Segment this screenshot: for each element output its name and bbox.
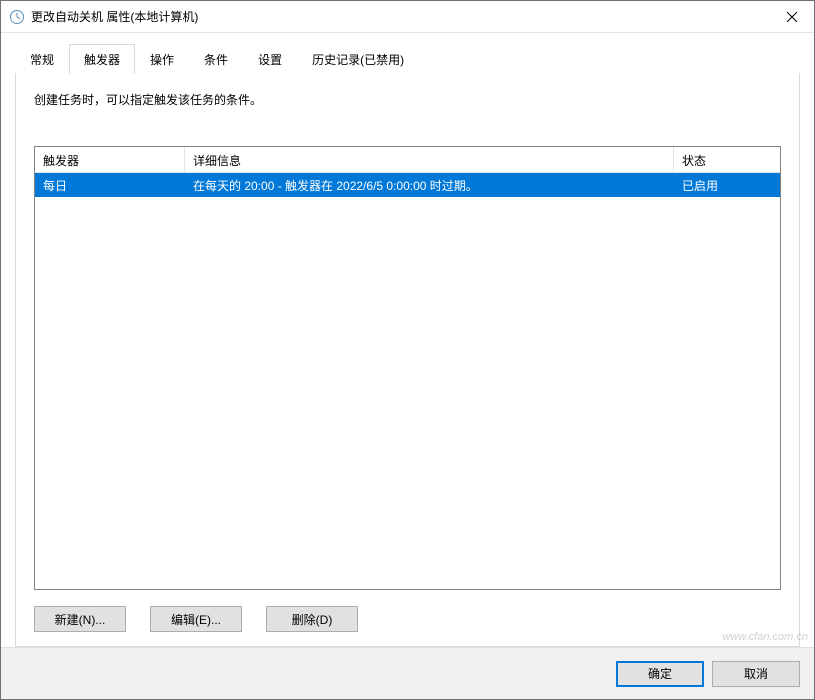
tab-actions[interactable]: 操作 [135,44,189,74]
delete-button[interactable]: 删除(D) [266,606,358,632]
cell-trigger: 每日 [35,174,185,197]
tab-history[interactable]: 历史记录(已禁用) [297,44,419,74]
trigger-buttons-row: 新建(N)... 编辑(E)... 删除(D) [34,606,781,632]
column-header-trigger[interactable]: 触发器 [35,147,185,172]
tab-settings[interactable]: 设置 [243,44,297,74]
tab-general[interactable]: 常规 [15,44,69,74]
new-button[interactable]: 新建(N)... [34,606,126,632]
ok-button[interactable]: 确定 [616,661,704,687]
instructions-text: 创建任务时，可以指定触发该任务的条件。 [34,91,781,108]
list-body: 每日 在每天的 20:00 - 触发器在 2022/6/5 0:00:00 时过… [35,173,780,589]
edit-button[interactable]: 编辑(E)... [150,606,242,632]
dialog-footer: 确定 取消 [1,647,814,699]
tab-page-triggers: 创建任务时，可以指定触发该任务的条件。 触发器 详细信息 状态 每日 在每天的 … [15,73,800,647]
window-title: 更改自动关机 属性(本地计算机) [31,8,769,25]
column-header-status[interactable]: 状态 [674,147,780,172]
tab-triggers[interactable]: 触发器 [69,44,135,74]
close-button[interactable] [769,2,814,32]
cell-detail: 在每天的 20:00 - 触发器在 2022/6/5 0:00:00 时过期。 [185,174,674,197]
list-header: 触发器 详细信息 状态 [35,147,780,173]
cancel-button[interactable]: 取消 [712,661,800,687]
dialog-window: 更改自动关机 属性(本地计算机) 常规 触发器 操作 条件 设置 历史记录(已禁… [0,0,815,700]
tab-conditions[interactable]: 条件 [189,44,243,74]
cell-status: 已启用 [674,174,780,197]
table-row[interactable]: 每日 在每天的 20:00 - 触发器在 2022/6/5 0:00:00 时过… [35,173,780,197]
column-header-detail[interactable]: 详细信息 [185,147,674,172]
triggers-listview[interactable]: 触发器 详细信息 状态 每日 在每天的 20:00 - 触发器在 2022/6/… [34,146,781,590]
content-area: 常规 触发器 操作 条件 设置 历史记录(已禁用) 创建任务时，可以指定触发该任… [1,33,814,647]
clock-icon [9,9,25,25]
titlebar: 更改自动关机 属性(本地计算机) [1,1,814,33]
tab-strip: 常规 触发器 操作 条件 设置 历史记录(已禁用) [15,43,800,73]
